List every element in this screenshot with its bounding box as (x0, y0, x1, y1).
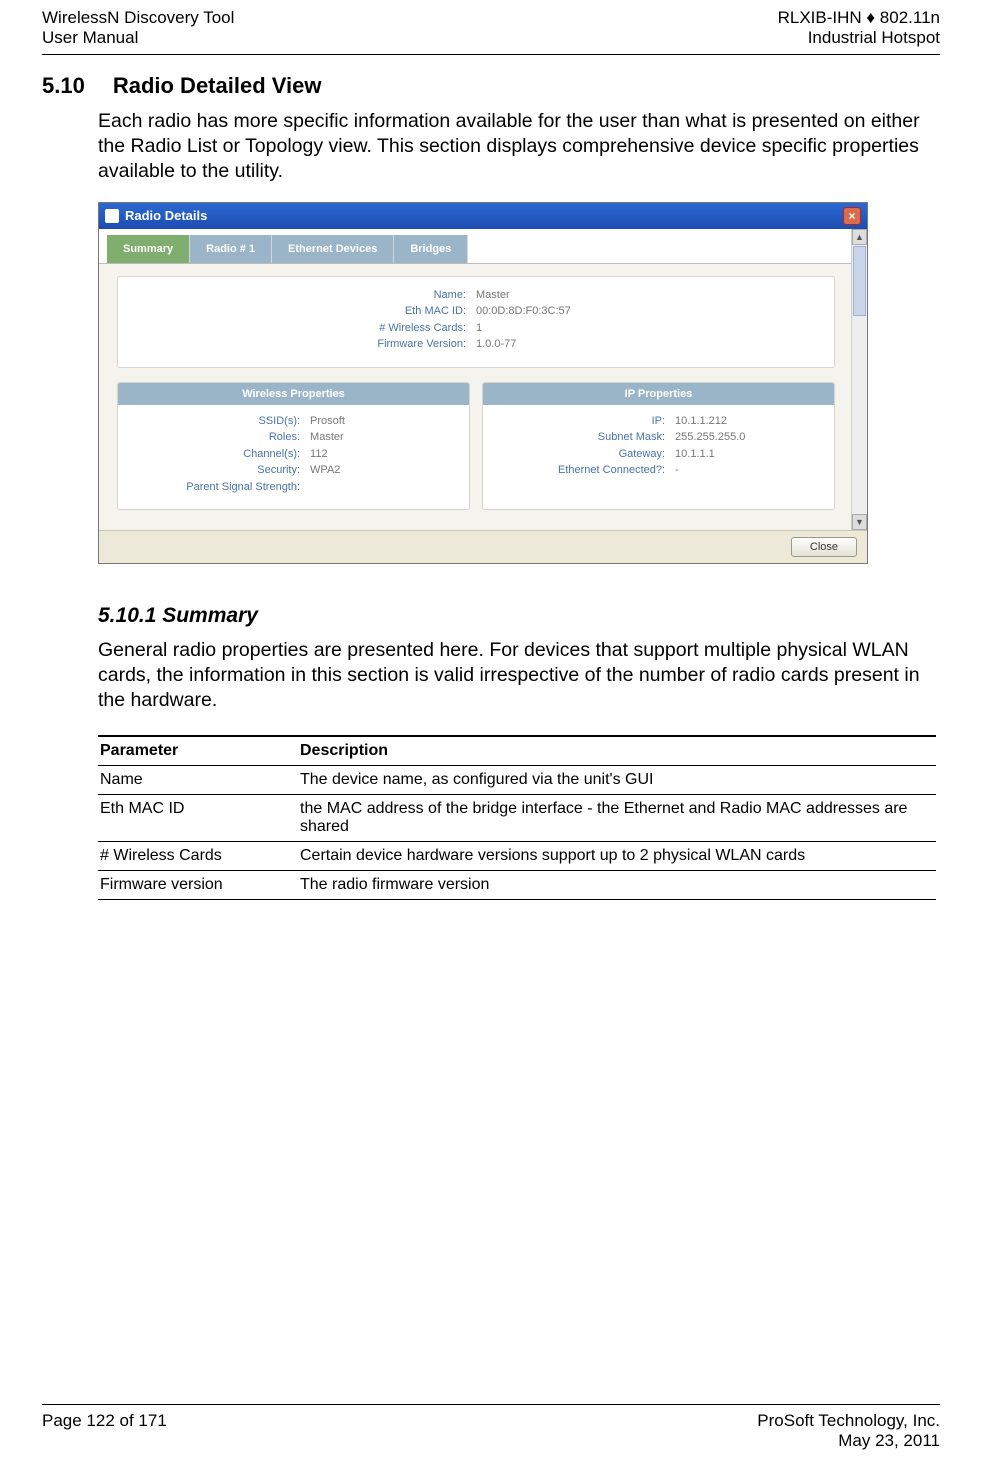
scrollbar[interactable]: ▲ ▼ (851, 229, 867, 531)
label-gateway: Gateway: (493, 446, 675, 463)
label-wireless-cards: # Wireless Cards: (132, 320, 476, 337)
table-row: Eth MAC ID the MAC address of the bridge… (98, 795, 936, 842)
table-row: # Wireless Cards Certain device hardware… (98, 842, 936, 871)
footer-left: Page 122 of 171 (42, 1411, 167, 1451)
dialog-body: Summary Radio # 1 Ethernet Devices Bridg… (99, 229, 867, 531)
scroll-thumb[interactable] (853, 246, 866, 316)
cell-desc: the MAC address of the bridge interface … (298, 795, 936, 842)
label-roles: Roles: (128, 429, 310, 446)
table-row: Firmware version The radio firmware vers… (98, 871, 936, 900)
val-roles: Master (310, 429, 344, 446)
general-info-block: Name:Master Eth MAC ID:00:0D:8D:F0:3C:57… (117, 276, 835, 368)
footer-right: ProSoft Technology, Inc. May 23, 2011 (757, 1411, 940, 1451)
close-button[interactable]: Close (791, 537, 857, 557)
val-eth-connected: - (675, 462, 679, 479)
val-gateway: 10.1.1.1 (675, 446, 715, 463)
properties-panels: Wireless Properties SSID(s):Prosoft Role… (117, 382, 835, 511)
header-right-line2: Industrial Hotspot (778, 28, 940, 48)
radio-details-dialog: Radio Details × Summary Radio # 1 Ethern… (98, 202, 868, 565)
close-icon[interactable]: × (843, 207, 861, 225)
footer-right-line2: May 23, 2011 (757, 1431, 940, 1451)
label-firmware: Firmware Version: (132, 336, 476, 353)
cell-desc: Certain device hardware versions support… (298, 842, 936, 871)
cell-desc: The radio firmware version (298, 871, 936, 900)
wireless-properties-panel: Wireless Properties SSID(s):Prosoft Role… (117, 382, 470, 511)
table-header-parameter: Parameter (98, 736, 298, 766)
header-left: WirelessN Discovery Tool User Manual (42, 8, 234, 48)
val-ip: 10.1.1.212 (675, 413, 727, 430)
cell-desc: The device name, as configured via the u… (298, 766, 936, 795)
tab-ethernet-devices[interactable]: Ethernet Devices (272, 235, 394, 263)
cell-param: # Wireless Cards (98, 842, 298, 871)
scroll-up-icon[interactable]: ▲ (852, 229, 867, 245)
scroll-down-icon[interactable]: ▼ (852, 514, 867, 530)
label-channels: Channel(s): (128, 446, 310, 463)
page-header: WirelessN Discovery Tool User Manual RLX… (42, 0, 940, 55)
val-firmware: 1.0.0-77 (476, 336, 516, 353)
tab-summary[interactable]: Summary (107, 235, 190, 263)
section-intro: Each radio has more specific information… (98, 109, 940, 184)
cell-param: Name (98, 766, 298, 795)
val-ssid: Prosoft (310, 413, 345, 430)
wireless-panel-head: Wireless Properties (118, 383, 469, 405)
header-left-line2: User Manual (42, 28, 234, 48)
label-security: Security: (128, 462, 310, 479)
label-ip: IP: (493, 413, 675, 430)
section-title: Radio Detailed View (113, 73, 322, 99)
dialog-icon (105, 209, 119, 223)
tab-radio-1[interactable]: Radio # 1 (190, 235, 272, 263)
val-security: WPA2 (310, 462, 340, 479)
val-eth-mac: 00:0D:8D:F0:3C:57 (476, 303, 571, 320)
ip-panel-head: IP Properties (483, 383, 834, 405)
val-wireless-cards: 1 (476, 320, 482, 337)
label-ssid: SSID(s): (128, 413, 310, 430)
header-right-line1: RLXIB-IHN ♦ 802.11n (778, 8, 940, 28)
dialog-titlebar: Radio Details × (99, 203, 867, 229)
label-eth-mac: Eth MAC ID: (132, 303, 476, 320)
label-parent-signal: Parent Signal Strength: (128, 479, 310, 496)
ip-properties-panel: IP Properties IP:10.1.1.212 Subnet Mask:… (482, 382, 835, 511)
header-right: RLXIB-IHN ♦ 802.11n Industrial Hotspot (778, 8, 940, 48)
page-footer: Page 122 of 171 ProSoft Technology, Inc.… (42, 1404, 940, 1451)
label-eth-connected: Ethernet Connected?: (493, 462, 675, 479)
label-subnet: Subnet Mask: (493, 429, 675, 446)
section-number: 5.10 (42, 73, 85, 99)
val-channels: 112 (310, 446, 328, 463)
parameter-table: Parameter Description Name The device na… (98, 735, 936, 900)
section-heading: 5.10 Radio Detailed View (42, 73, 940, 99)
dialog-tabs: Summary Radio # 1 Ethernet Devices Bridg… (99, 229, 867, 264)
val-name: Master (476, 287, 510, 304)
dialog-footer: Close (99, 530, 867, 563)
table-row: Name The device name, as configured via … (98, 766, 936, 795)
footer-right-line1: ProSoft Technology, Inc. (757, 1411, 940, 1431)
tab-bridges[interactable]: Bridges (394, 235, 468, 263)
val-subnet: 255.255.255.0 (675, 429, 745, 446)
header-left-line1: WirelessN Discovery Tool (42, 8, 234, 28)
label-name: Name: (132, 287, 476, 304)
table-header-description: Description (298, 736, 936, 766)
cell-param: Firmware version (98, 871, 298, 900)
cell-param: Eth MAC ID (98, 795, 298, 842)
dialog-title: Radio Details (125, 208, 207, 223)
subsection-text: General radio properties are presented h… (98, 638, 940, 713)
subsection-heading: 5.10.1 Summary (98, 604, 940, 628)
